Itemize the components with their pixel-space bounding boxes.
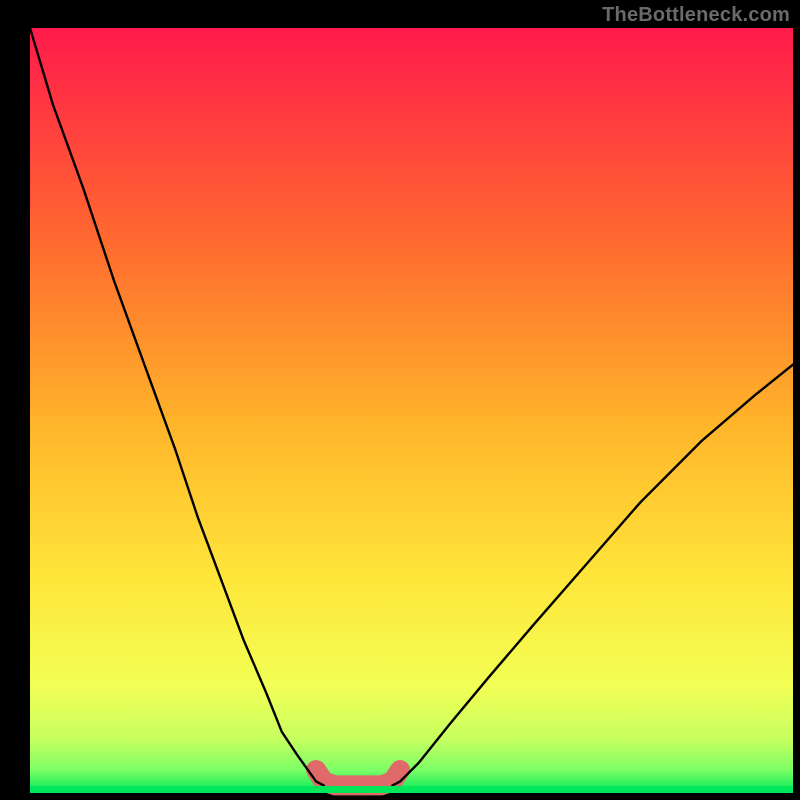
bottleneck-chart [0,0,800,800]
chart-frame: TheBottleneck.com [0,0,800,800]
watermark-text: TheBottleneck.com [602,4,790,27]
baseline-stripe [30,786,793,793]
plot-background [30,28,793,793]
